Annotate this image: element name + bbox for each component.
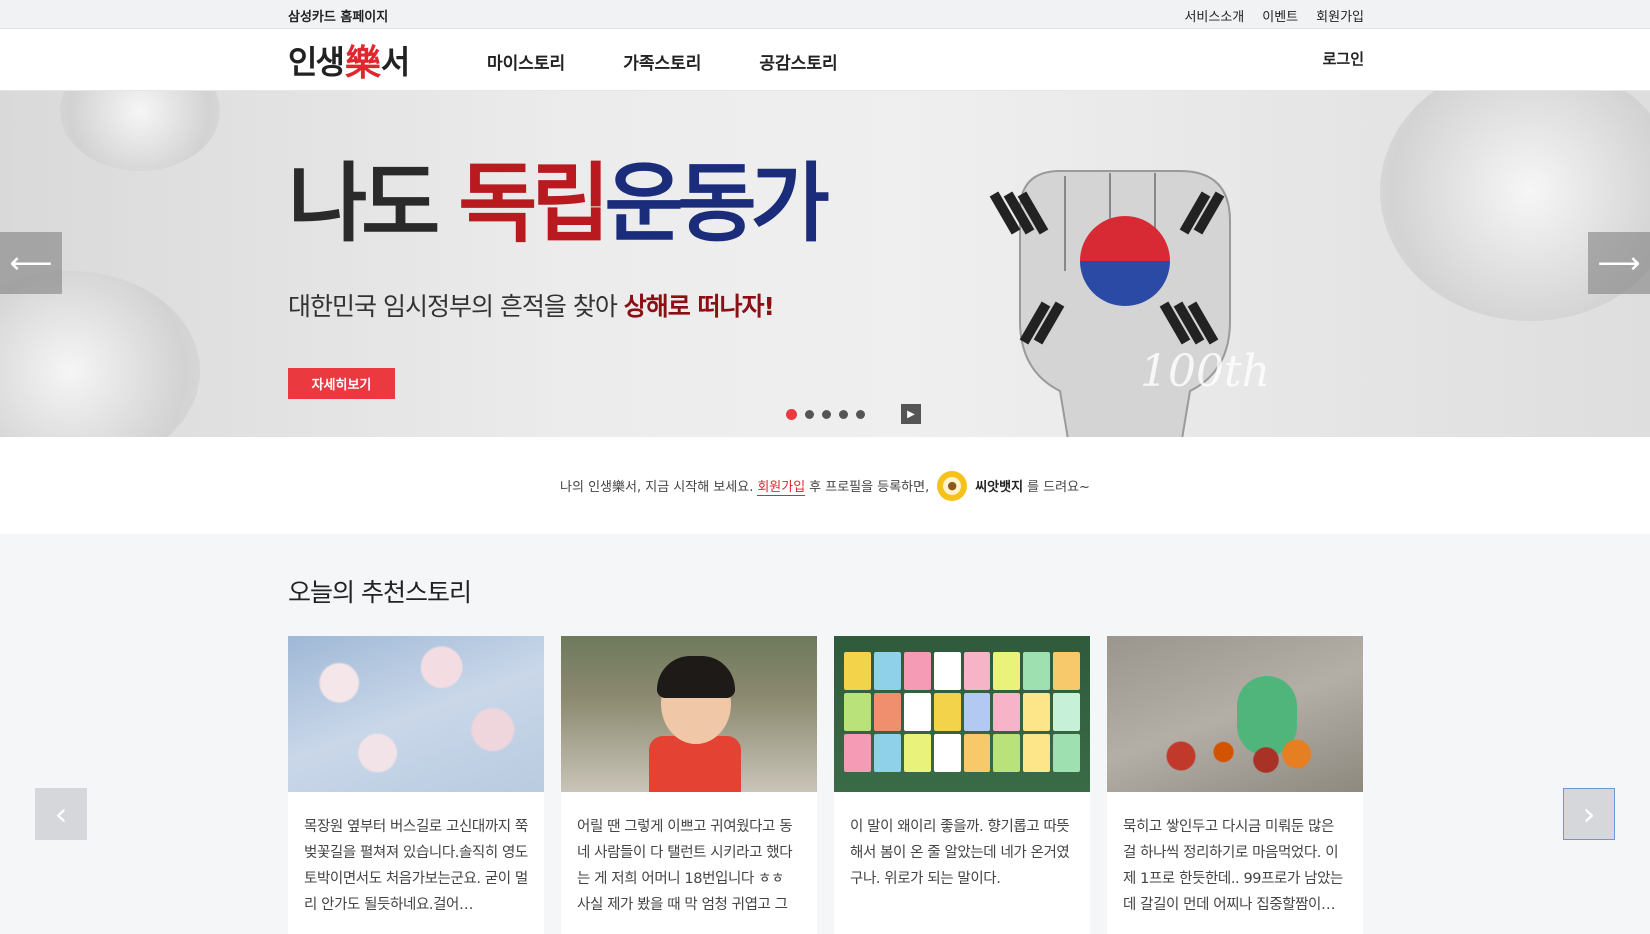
main-navigation: 인생 樂 서 마이스토리 가족스토리 공감스토리 로그인 <box>0 29 1650 91</box>
story-image-chalk-art <box>1107 636 1363 792</box>
hero-subtitle-prefix: 대한민국 임시정부의 흔적을 찾아 <box>288 292 624 321</box>
logo-part-2: 樂 <box>344 43 381 84</box>
story-image-child-photo <box>561 636 817 792</box>
pagination-dot-5[interactable] <box>856 409 865 419</box>
story-card[interactable]: 어릴 땐 그렇게 이쁘고 귀여웠다고 동네 사람들이 다 탤런트 시키라고 했다… <box>561 636 817 934</box>
flower-decoration-top <box>60 91 220 171</box>
notice-text-2: 후 프로필을 등록하면, <box>809 480 930 495</box>
hero-title-part2: 독립 <box>458 154 610 254</box>
hero-title-part3: 운동가 <box>604 154 829 254</box>
hero-subtitle: 대한민국 임시정부의 흔적을 찾아 상해로 떠나자! <box>288 287 775 323</box>
hero-title-part1: 나도 <box>288 154 459 254</box>
menu-my-story[interactable]: 마이스토리 <box>487 49 565 74</box>
story-card[interactable]: 목장원 옆부터 버스길로 고신대까지 쭉 벚꽃길을 펼쳐져 있습니다.솔직히 영… <box>288 636 544 934</box>
child-clothes <box>649 736 741 792</box>
notice-text-3: 를 드려요~ <box>1027 480 1090 495</box>
board-letters <box>844 652 1080 772</box>
anniversary-mark: 100th <box>1140 346 1271 397</box>
section-title: 오늘의 추천스토리 <box>288 578 472 607</box>
logo-part-1: 인생 <box>288 43 345 81</box>
story-card[interactable]: 묵히고 쌓인두고 다시금 미뤄둔 많은 걸 하나씩 정리하기로 마음먹었다. 이… <box>1107 636 1363 934</box>
hero-banner: 나도 독립운동가 대한민국 임시정부의 흔적을 찾아 상해로 떠나자! 자세히보… <box>0 91 1650 437</box>
hero-title: 나도 독립운동가 <box>288 161 830 247</box>
pagination-dot-2[interactable] <box>805 409 814 419</box>
menu-family-story[interactable]: 가족스토리 <box>623 49 701 74</box>
login-link[interactable]: 로그인 <box>1323 48 1364 69</box>
seed-badge-icon: ● <box>937 470 968 501</box>
logo-part-3: 서 <box>380 43 410 81</box>
utility-links: 서비스소개 이벤트 회원가입 <box>1184 6 1364 25</box>
pagination-dot-1[interactable] <box>786 408 797 420</box>
autumn-leaves <box>1147 736 1317 776</box>
story-excerpt: 이 말이 왜이리 좋을까. 향기롭고 따뜻해서 봄이 온 줄 알았는데 네가 온… <box>850 819 1070 887</box>
hero-pagination: ▶ <box>786 404 921 424</box>
service-intro-link[interactable]: 서비스소개 <box>1184 6 1244 25</box>
gnb-menu: 마이스토리 가족스토리 공감스토리 <box>487 49 838 74</box>
top-utility-bar: 삼성카드 홈페이지 서비스소개 이벤트 회원가입 <box>0 0 1650 29</box>
story-card-list: 목장원 옆부터 버스길로 고신대까지 쭉 벚꽃길을 펼쳐져 있습니다.솔직히 영… <box>288 636 1363 934</box>
recommended-stories-section: 오늘의 추천스토리 목장원 옆부터 버스길로 고신대까지 쭉 벚꽃길을 펼쳐져 … <box>0 534 1650 934</box>
notice-text-1: 나의 인생樂서, 지금 시작해 보세요. <box>560 480 754 495</box>
samsung-card-home-link[interactable]: 삼성카드 홈페이지 <box>288 6 388 25</box>
notice-signup-link[interactable]: 회원가입 <box>757 476 806 496</box>
child-hair <box>657 656 735 698</box>
stories-prev-chevron-icon[interactable]: ‹ <box>35 788 87 840</box>
pagination-dot-4[interactable] <box>839 409 848 419</box>
story-card[interactable]: 이 말이 왜이리 좋을까. 향기롭고 따뜻해서 봄이 온 줄 알았는데 네가 온… <box>834 636 1090 934</box>
story-image-bulletin-board <box>834 636 1090 792</box>
play-icon[interactable]: ▶ <box>901 404 921 424</box>
story-excerpt: 묵히고 쌓인두고 다시금 미뤄둔 많은 걸 하나씩 정리하기로 마음먹었다. 이… <box>1123 819 1343 912</box>
signup-notice: 나의 인생樂서, 지금 시작해 보세요. 회원가입 후 프로필을 등록하면, ●… <box>0 437 1650 534</box>
event-link[interactable]: 이벤트 <box>1262 6 1298 25</box>
seed-badge-glyph: ● <box>943 476 962 495</box>
stories-next-chevron-icon[interactable]: › <box>1563 788 1615 840</box>
story-excerpt: 어릴 땐 그렇게 이쁘고 귀여웠다고 동네 사람들이 다 탤런트 시키라고 했다… <box>577 819 793 912</box>
signup-link[interactable]: 회원가입 <box>1316 6 1364 25</box>
pagination-dot-3[interactable] <box>822 409 831 419</box>
menu-empathy-story[interactable]: 공감스토리 <box>759 49 837 74</box>
detail-view-button[interactable]: 자세히보기 <box>288 368 395 399</box>
flower-decoration-left <box>0 271 200 437</box>
hero-prev-arrow-icon[interactable]: ⟵ <box>0 232 62 294</box>
site-logo[interactable]: 인생 樂 서 <box>288 40 410 84</box>
badge-name: 씨앗뱃지 <box>975 480 1024 495</box>
story-image-cherry-blossom <box>288 636 544 792</box>
story-excerpt: 목장원 옆부터 버스길로 고신대까지 쭉 벚꽃길을 펼쳐져 있습니다.솔직히 영… <box>304 819 528 912</box>
hero-next-arrow-icon[interactable]: ⟶ <box>1588 232 1650 294</box>
hero-subtitle-emphasis: 상해로 떠나자! <box>623 292 775 321</box>
